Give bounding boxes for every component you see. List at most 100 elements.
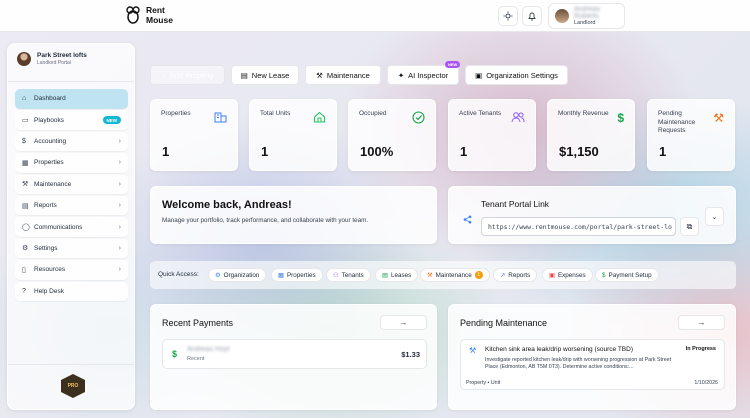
org-avatar — [17, 52, 31, 66]
theme-toggle-button[interactable] — [498, 6, 518, 26]
sidebar-item-properties[interactable]: ▦ Properties › — [15, 153, 128, 173]
sparkle-icon: ✦ — [397, 70, 405, 80]
user-avatar — [555, 9, 569, 23]
quick-access-maintenance[interactable]: ⚒ Maintenance 1 — [420, 268, 490, 282]
sidebar-item-settings[interactable]: ⚙ Settings › — [15, 238, 128, 259]
copy-link-button[interactable]: ⧉ — [680, 217, 699, 236]
stat-value: 1 — [261, 144, 269, 159]
wrench-icon: ⚒ — [22, 181, 29, 189]
sidebar-item-label: Help Desk — [34, 287, 64, 295]
sidebar-item-playbooks[interactable]: ▭ Playbooks NEW — [15, 110, 128, 130]
sidebar-item-resources[interactable]: ▯ Resources › — [15, 260, 128, 280]
gear-icon: ⚙ — [22, 245, 29, 253]
gear-icon: ⚙ — [215, 271, 221, 279]
stat-card-active-tenants[interactable]: Active Tenants 1 — [448, 99, 536, 171]
mouse-logo-icon — [126, 6, 140, 24]
dollar-icon: $ — [602, 271, 606, 279]
add-property-button[interactable]: + Add Property — [150, 65, 225, 85]
quick-access-item-label: Leases — [390, 271, 412, 279]
sidebar-item-label: Resources — [34, 266, 66, 274]
briefcase-icon: ▣ — [475, 70, 483, 80]
stat-card-monthly-revenue[interactable]: Monthly Revenue $ $1,150 — [547, 99, 635, 171]
dollar-icon: $ — [22, 138, 26, 146]
welcome-subtitle: Manage your portfolio, track performance… — [162, 217, 369, 224]
quick-access-payment-setup[interactable]: $ Payment Setup — [595, 268, 659, 282]
top-bar: Rent Mouse Andreas Roberts Landlord — [0, 0, 750, 32]
chevron-right-icon: › — [118, 202, 121, 210]
sidebar-item-help-desk[interactable]: ? Help Desk — [15, 281, 128, 302]
ai-inspector-button[interactable]: ✦ AI Inspector — [387, 65, 459, 85]
quick-access-leases[interactable]: ▤ Leases — [375, 268, 419, 282]
pro-badge: PRO — [61, 374, 85, 398]
stat-label: Pending Maintenance Requests — [658, 110, 696, 134]
org-subtitle: Landlord Portal — [37, 60, 71, 66]
quick-access-item-label: Organization — [223, 271, 260, 279]
chevron-right-icon: › — [118, 138, 121, 146]
home-icon — [313, 111, 326, 126]
quick-access-item-label: Maintenance — [435, 271, 472, 279]
plus-icon: + — [161, 70, 166, 80]
chevron-right-icon: › — [118, 180, 121, 188]
stat-card-total-units[interactable]: Total Units 1 — [249, 99, 337, 171]
users-icon: ⚇ — [333, 271, 339, 279]
new-lease-button[interactable]: ▤ New Lease — [231, 65, 299, 85]
chevron-right-icon: › — [118, 266, 121, 274]
sidebar-item-label: Settings — [34, 244, 58, 252]
pending-maintenance-title: Pending Maintenance — [460, 318, 548, 328]
quick-access-expenses[interactable]: ▣ Expenses — [542, 268, 593, 282]
user-menu[interactable]: Andreas Roberts Landlord — [548, 3, 625, 29]
stat-label: Properties — [161, 110, 191, 117]
sidebar-item-maintenance[interactable]: ⚒ Maintenance › — [15, 174, 128, 195]
quick-access-properties[interactable]: ▦ Properties — [271, 268, 323, 282]
dollar-icon: $ — [617, 111, 624, 125]
share-icon — [463, 211, 472, 229]
book-icon: ▭ — [22, 117, 29, 125]
payment-row[interactable]: $ Andreas Hoyt Recent $1.33 — [162, 339, 427, 369]
stat-label: Total Units — [260, 110, 291, 117]
organization-settings-label: Organization Settings — [486, 70, 558, 80]
chevron-right-icon: › — [118, 159, 121, 167]
view-all-maintenance-button[interactable]: → — [678, 315, 725, 330]
sidebar-item-dashboard[interactable]: ⌂ Dashboard — [15, 89, 128, 109]
stat-card-properties[interactable]: Properties 1 — [150, 99, 238, 171]
maintenance-date: 1/10/2026 — [694, 380, 718, 386]
maintenance-button[interactable]: ⚒ Maintenance — [305, 65, 381, 85]
stat-card-pending-maintenance[interactable]: Pending Maintenance Requests ⚒ 1 — [647, 99, 735, 171]
expand-button[interactable]: ⌄ — [705, 207, 724, 226]
app-logo[interactable]: Rent Mouse — [125, 5, 173, 25]
document-icon: ▤ — [240, 70, 248, 80]
organization-settings-button[interactable]: ▣ Organization Settings — [465, 65, 568, 85]
quick-access-item-label: Reports — [508, 271, 531, 279]
quick-access-reports[interactable]: ↗ Reports — [493, 268, 538, 282]
stat-label: Monthly Revenue — [558, 110, 609, 117]
chevron-right-icon: › — [118, 244, 121, 252]
maintenance-request-row[interactable]: ⚒ Kitchen sink area leak/drip worsening … — [460, 339, 725, 390]
view-all-payments-button[interactable]: → — [380, 315, 427, 330]
sidebar-item-reports[interactable]: ▤ Reports › — [15, 195, 128, 216]
pro-badge-label: PRO — [67, 383, 79, 389]
tenant-portal-url-field[interactable]: https://www.rentmouse.com/portal/park-st… — [481, 217, 676, 236]
add-property-label: Add Property — [169, 70, 214, 80]
help-icon: ? — [22, 287, 26, 295]
building-icon — [214, 111, 227, 126]
notifications-button[interactable] — [522, 6, 542, 26]
quick-access-item-label: Expenses — [557, 271, 586, 279]
new-badge: NEW — [102, 116, 121, 125]
sidebar-item-accounting[interactable]: $ Accounting › — [15, 131, 128, 152]
chart-icon: ↗ — [500, 271, 506, 279]
quick-access-organization[interactable]: ⚙ Organization — [208, 268, 267, 282]
ai-inspector-label: AI Inspector — [408, 70, 449, 80]
sidebar-item-communications[interactable]: ◯ Communications › — [15, 217, 128, 237]
divider — [8, 81, 134, 82]
recent-payments-title: Recent Payments — [162, 318, 234, 328]
bell-icon — [528, 12, 536, 21]
ai-new-badge: NEW — [445, 61, 461, 68]
quick-access-tenants[interactable]: ⚇ Tenants — [326, 268, 371, 282]
stat-card-occupied[interactable]: Occupied 100% — [348, 99, 436, 171]
sidebar: Park Street lofts Landlord Portal ⌂ Dashb… — [7, 43, 135, 410]
new-lease-label: New Lease — [251, 70, 290, 80]
maintenance-description: Investigate reported kitchen leak/drip w… — [485, 357, 672, 370]
sidebar-item-label: Communications — [34, 223, 83, 231]
copy-icon: ⧉ — [686, 221, 693, 231]
arrow-right-icon: → — [697, 318, 706, 327]
